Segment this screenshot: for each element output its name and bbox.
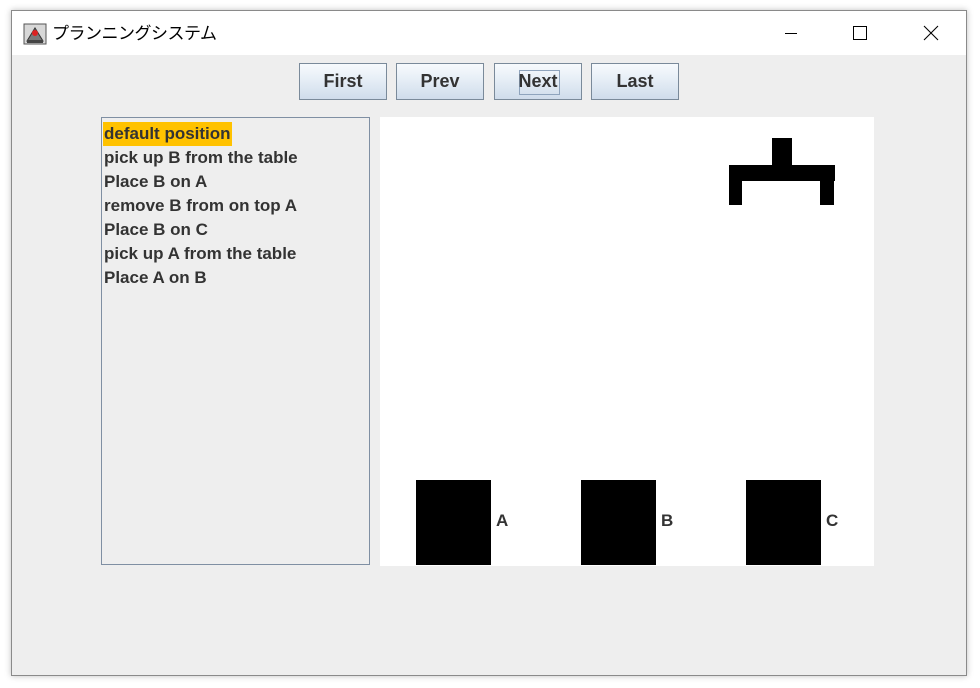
maximize-button[interactable] [837,11,883,55]
last-button[interactable]: Last [591,63,679,100]
title-bar[interactable]: プランニングシステム [12,11,966,55]
close-icon [923,25,939,41]
block-b [581,480,656,565]
robot-gripper-icon [729,138,835,205]
first-button[interactable]: First [299,63,387,100]
minimize-button[interactable] [768,11,814,55]
maximize-icon [853,26,867,40]
list-item[interactable]: pick up B from the table [103,146,299,170]
prev-button-label: Prev [420,71,460,91]
last-button-label: Last [616,71,654,91]
window-title: プランニングシステム [52,24,217,44]
list-item[interactable]: default position [103,122,232,146]
next-button-label: Next [518,71,558,91]
next-button[interactable]: Next [494,63,582,100]
minimize-icon [785,33,797,34]
list-item[interactable]: remove B from on top A [103,194,298,218]
block-c [746,480,821,565]
block-a-label: A [496,511,509,530]
block-a [416,480,491,565]
first-button-label: First [323,71,363,91]
app-window: プランニングシステム First Prev Next Last default … [11,10,967,676]
steps-list[interactable]: default position pick up B from the tabl… [101,117,370,565]
list-item[interactable]: Place B on C [103,218,209,242]
close-button[interactable] [908,11,954,55]
list-item[interactable]: Place B on A [103,170,208,194]
blocks-world-canvas: A B C [380,117,874,566]
java-app-icon [23,23,47,45]
block-c-label: C [826,511,839,530]
prev-button[interactable]: Prev [396,63,484,100]
block-b-label: B [661,511,674,530]
list-item[interactable]: pick up A from the table [103,242,297,266]
list-item[interactable]: Place A on B [103,266,208,290]
